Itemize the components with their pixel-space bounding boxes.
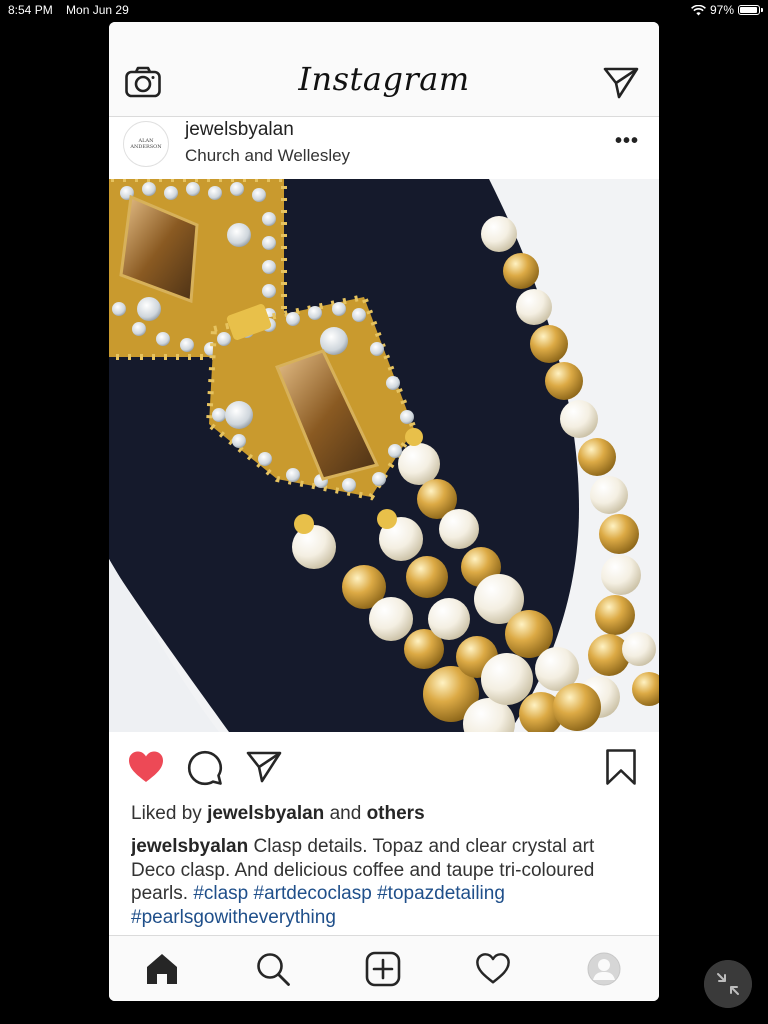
like-heart-icon[interactable] (127, 750, 165, 784)
likes-others-link[interactable]: others (367, 803, 425, 824)
likes-prefix: Liked by (131, 803, 202, 824)
direct-send-icon[interactable] (603, 66, 639, 100)
search-icon[interactable] (255, 951, 291, 987)
likes-user-link[interactable]: jewelsbyalan (207, 803, 324, 824)
battery-fill (740, 7, 757, 13)
post-username[interactable]: jewelsbyalan (185, 119, 294, 141)
likes-connector: and (329, 803, 362, 824)
collapse-icon[interactable] (704, 960, 752, 1008)
post-caption: jewelsbyalan Clasp details. Topaz and cl… (131, 835, 631, 935)
app-logo: Instagram (298, 60, 470, 98)
more-options-icon[interactable]: ••• (615, 130, 639, 153)
home-icon[interactable] (144, 951, 180, 987)
share-send-icon[interactable] (246, 750, 282, 784)
likes-summary: Liked by jewelsbyalan and others (131, 803, 425, 825)
top-nav-bar: Instagram (109, 22, 659, 117)
comment-icon[interactable] (187, 750, 223, 786)
profile-icon[interactable] (586, 951, 622, 987)
wifi-icon (691, 4, 706, 15)
post-photo[interactable] (109, 179, 659, 732)
bottom-tab-bar (109, 935, 659, 1001)
hashtag-link[interactable]: #clasp (193, 883, 248, 904)
hashtag-link[interactable]: #topazdetailing (377, 883, 505, 904)
status-date: Mon Jun 29 (66, 3, 129, 17)
battery-percent: 97% (709, 3, 734, 17)
avatar[interactable]: ALAN ANDERSON (123, 121, 169, 167)
bookmark-icon[interactable] (605, 748, 637, 786)
activity-heart-icon[interactable] (475, 951, 511, 987)
status-left: 8:54 PM Mon Jun 29 (8, 3, 139, 17)
post-actions (109, 740, 659, 796)
status-bar: 8:54 PM Mon Jun 29 97% (0, 0, 768, 20)
battery-icon (738, 5, 763, 15)
avatar-logo-text: ALAN ANDERSON (130, 138, 162, 150)
hashtag-link[interactable]: #artdecoclasp (254, 883, 372, 904)
status-time: 8:54 PM (8, 3, 53, 17)
post-header: ALAN ANDERSON jewelsbyalan Church and We… (109, 117, 659, 179)
post-location[interactable]: Church and Wellesley (185, 146, 350, 166)
instagram-window: Instagram ALAN ANDERSON jewelsbyalan Chu… (109, 22, 659, 1001)
new-post-icon[interactable] (365, 951, 401, 987)
hashtag-link[interactable]: #pearlsgowitheverything (131, 907, 336, 928)
caption-username[interactable]: jewelsbyalan (131, 836, 248, 857)
status-right: 97% (691, 3, 763, 17)
